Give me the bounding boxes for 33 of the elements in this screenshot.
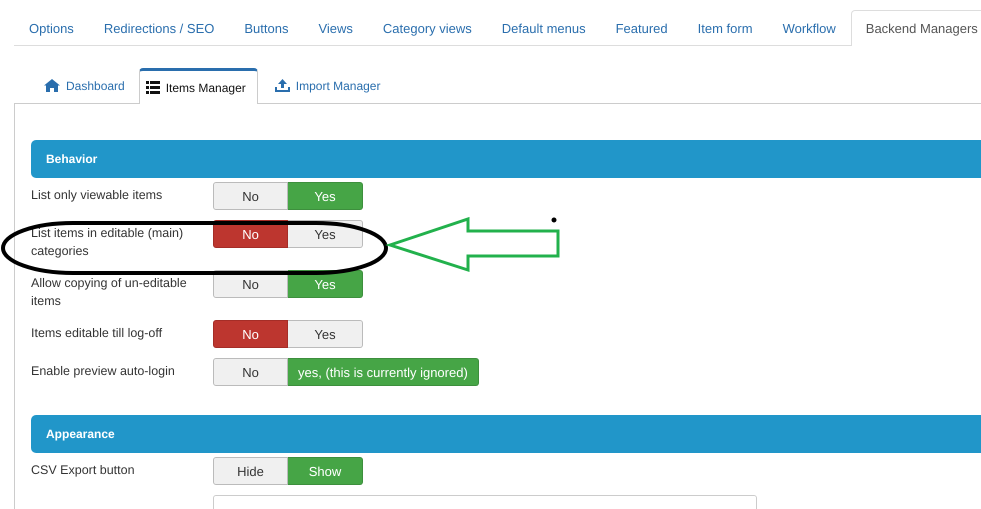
subtab[interactable]: Import Manager <box>260 68 392 102</box>
tab[interactable]: Item form <box>682 10 768 45</box>
toggle-option[interactable]: No <box>213 182 288 210</box>
tab[interactable]: Workflow <box>768 10 851 45</box>
subtab[interactable]: Items Manager <box>138 68 258 104</box>
section-header: Behavior <box>31 140 981 178</box>
toggle-option[interactable]: Yes <box>288 320 363 348</box>
tab[interactable]: Default menus <box>486 10 601 45</box>
setting-label: CSV Export button <box>31 462 136 479</box>
dot-mark <box>552 218 556 222</box>
tab[interactable]: Redirections / SEO <box>88 10 230 45</box>
section-header: Appearance <box>31 415 981 453</box>
tab[interactable]: Options <box>14 10 89 45</box>
tab[interactable]: Backend Managers <box>850 10 981 46</box>
tab[interactable]: Featured <box>600 10 683 45</box>
subtab[interactable]: Dashboard <box>29 68 137 102</box>
setting-label: List items in editable (main) categories <box>31 225 184 260</box>
setting-label: List only viewable items <box>31 187 164 204</box>
toggle-option[interactable]: Yes <box>288 182 363 210</box>
home-icon <box>44 79 60 92</box>
tab[interactable]: Category views <box>368 10 487 45</box>
toggle-option[interactable]: Show <box>288 457 363 485</box>
setting-label: Items editable till log-off <box>31 325 164 342</box>
toggle-option[interactable]: No <box>213 320 288 348</box>
upload-icon <box>274 79 290 92</box>
toggle-option[interactable]: No <box>213 358 288 386</box>
setting-label: Enable preview auto-login <box>31 363 176 380</box>
toggle-option[interactable]: Hide <box>213 457 288 485</box>
setting-label: Allow copying of un-editable items <box>31 275 188 310</box>
list-icon <box>146 81 160 94</box>
tab[interactable]: Buttons <box>229 10 304 45</box>
tab[interactable]: Views <box>303 10 368 45</box>
toggle-option[interactable]: yes, (this is currently ignored) <box>288 358 479 386</box>
